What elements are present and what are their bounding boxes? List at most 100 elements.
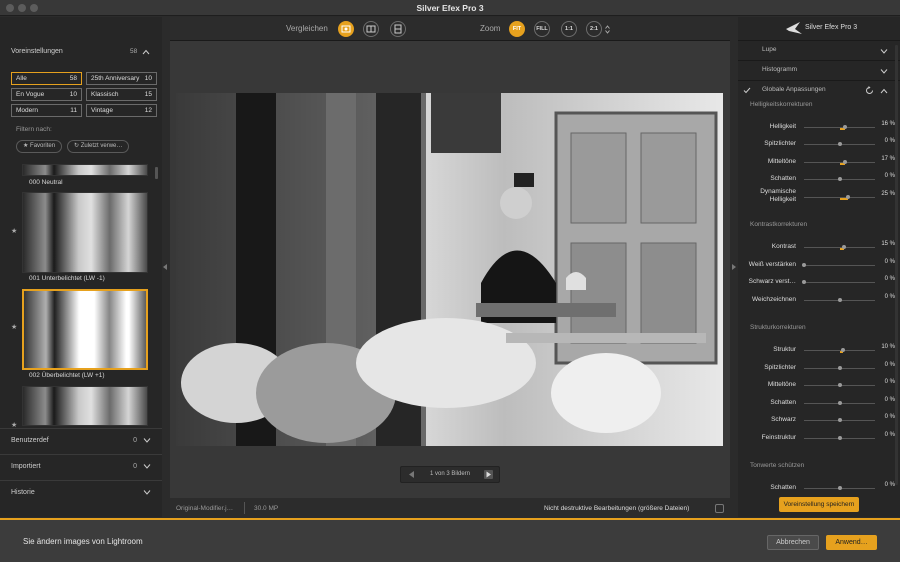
cancel-button[interactable]: Abbrechen [767,535,819,550]
slider-value-weich: 0 % [884,294,895,300]
global-adjustments-section[interactable]: Globale Anpassungen [738,81,900,101]
slider-handle[interactable] [802,280,806,284]
compare-side-by-side-button[interactable] [363,21,379,37]
slider-handle[interactable] [837,401,842,405]
thumbnail-image [23,165,147,175]
slider-handle[interactable] [846,195,851,199]
slider-handle[interactable] [843,125,848,129]
title-bar: Silver Efex Pro 3 [0,0,900,16]
favorite-star-icon[interactable]: ★ [11,323,17,331]
reset-icon[interactable] [865,86,874,95]
zoom-label: Zoom [480,24,501,33]
slider-mittel2[interactable] [804,383,875,387]
compare-split-button[interactable] [338,21,354,37]
previous-image-icon[interactable] [408,471,415,478]
loupe-section[interactable]: Lupe [738,41,900,61]
recent-filter-chip[interactable]: ↻ Zuletzt verwe… [67,140,130,153]
category-25th-anniversary[interactable]: 25th Anniversary 10 [86,72,157,85]
category-en-vogue[interactable]: En Vogue 10 [11,88,82,101]
nondestructive-label: Nicht destruktive Bearbeitungen (größere… [544,505,690,512]
apply-button[interactable]: Anwend… [826,535,877,550]
slider-kontrast[interactable] [804,245,875,250]
category-label: Modern [16,107,39,114]
compare-stacked-button[interactable] [390,21,406,37]
preset-thumbnail-next[interactable] [22,386,148,426]
zoom-2-1-button[interactable]: 2:1 [586,21,602,37]
slider-schatten2[interactable] [804,401,875,405]
slider-handle[interactable] [837,418,842,422]
slider-handle[interactable] [802,263,806,267]
next-image-icon[interactable] [484,470,493,479]
slider-mittel1[interactable] [804,160,875,165]
category-modern[interactable]: Modern 11 [11,104,82,117]
slider-value-schatten1: 0 % [884,173,895,179]
collapse-left-panel-icon[interactable] [163,264,168,270]
slider-spitz2[interactable] [804,366,875,370]
slider-label-schatten2: Schatten [770,399,796,406]
slider-handle[interactable] [837,436,842,440]
imported-presets-section[interactable]: Importiert 0 [0,454,162,478]
slider-weich[interactable] [804,298,875,302]
zoom-1-1-button[interactable]: 1:1 [561,21,577,37]
slider-value-fein: 0 % [884,432,895,438]
preset-thumbnail-overexposed[interactable] [22,289,148,370]
favorites-filter-chip[interactable]: ★ Favoriten [16,140,63,153]
slider-schwarz[interactable] [802,280,875,284]
category-label: En Vogue [16,91,45,98]
preset-label-overexposed: 002 Überbelichtet (LW +1) [29,372,105,379]
section-label: Benutzerdef [11,437,49,444]
slider-helligkeit[interactable] [804,125,875,130]
custom-presets-section[interactable]: Benutzerdef 0 [0,428,162,452]
slider-weiss[interactable] [802,263,875,267]
preset-thumbnail-underexposed[interactable] [22,192,148,273]
chevron-up-icon [142,49,150,55]
category-alle[interactable]: Alle 58 [11,72,82,85]
slider-schatten3[interactable] [804,486,875,490]
category-klassisch[interactable]: Klassisch 15 [86,88,157,101]
preset-thumbnail-neutral[interactable] [22,164,148,176]
chevron-down-icon [880,69,888,74]
zoom-fit-button[interactable]: FIT [509,21,525,37]
slider-struktur[interactable] [804,348,875,353]
histogram-section[interactable]: Histogramm [738,61,900,81]
category-count: 11 [70,107,77,114]
slider-label-schwarz: Schwarz verst… [748,278,796,285]
slider-handle[interactable] [837,177,842,181]
slider-schatten1[interactable] [804,177,875,181]
slider-fein[interactable] [804,436,875,440]
slider-handle[interactable] [837,366,842,370]
presets-header[interactable]: Voreinstellungen 58 [0,45,162,69]
checkmark-icon[interactable] [743,87,751,94]
slider-schwarz2[interactable] [804,418,875,422]
slider-handle[interactable] [841,348,846,352]
history-section[interactable]: Historie [0,480,162,504]
slider-handle[interactable] [837,298,842,302]
category-label: Vintage [91,107,113,114]
preview-image[interactable] [176,93,723,446]
zoom-fill-button[interactable]: FILL [534,21,550,37]
presets-panel: Voreinstellungen 58 Alle 58 25th Annivers… [0,17,162,517]
slider-handle[interactable] [837,486,842,490]
slider-spitz1[interactable] [804,142,875,146]
adjustments-scrollbar[interactable] [895,45,898,485]
zoom-stepper-icon[interactable] [605,25,610,34]
slider-dyn[interactable] [804,195,875,200]
thumbnail-scrollbar[interactable] [155,167,158,179]
favorite-star-icon[interactable]: ★ [11,227,17,235]
collapse-right-panel-icon[interactable] [732,264,737,270]
slider-value-spitz1: 0 % [884,138,895,144]
slider-handle[interactable] [843,160,848,164]
section-count: 0 [133,437,137,444]
slider-handle[interactable] [842,245,847,249]
chevron-down-icon [143,438,151,443]
nondestructive-checkbox[interactable] [715,504,724,513]
preset-label-neutral: 000 Neutral [29,179,63,186]
preset-label-underexposed: 001 Unterbelichtet (LW -1) [29,275,105,282]
slider-handle[interactable] [837,142,842,146]
category-vintage[interactable]: Vintage 12 [86,104,157,117]
slider-handle[interactable] [837,383,842,387]
photo-cafe-man [176,93,723,446]
category-label: Klassisch [91,91,119,98]
slider-label-mittel2: Mitteltöne [767,381,796,388]
save-preset-button[interactable]: Voreinstellung speichern [779,497,859,512]
